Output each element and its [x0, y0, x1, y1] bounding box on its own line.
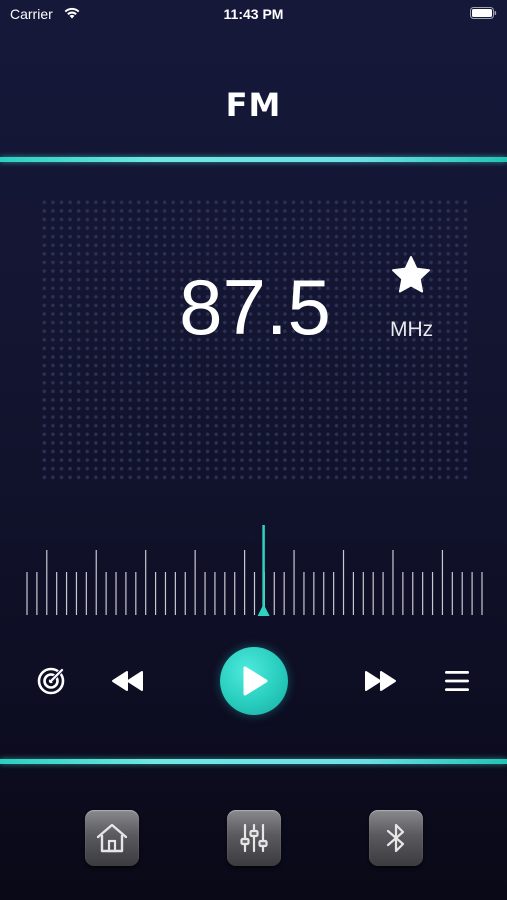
tuner-scale[interactable] — [20, 520, 490, 620]
status-bar: Carrier 11:43 PM — [0, 0, 507, 28]
divider-top — [0, 157, 507, 162]
radar-icon — [37, 667, 65, 695]
tab-bluetooth[interactable] — [369, 810, 423, 866]
status-time: 11:43 PM — [223, 6, 284, 22]
previous-button[interactable] — [108, 664, 148, 698]
bluetooth-icon — [386, 823, 405, 853]
page-title: FM — [225, 86, 282, 124]
tuner-needle-tip — [257, 604, 270, 616]
scan-button[interactable] — [32, 662, 70, 700]
list-icon — [445, 671, 469, 691]
rewind-icon — [112, 671, 143, 691]
star-icon[interactable] — [391, 255, 431, 295]
play-icon — [243, 666, 268, 696]
battery-icon — [470, 7, 497, 19]
station-list-button[interactable] — [440, 664, 474, 698]
tab-home[interactable] — [85, 810, 139, 866]
play-button[interactable] — [220, 647, 288, 715]
frequency-unit: MHz — [390, 318, 434, 341]
fast-forward-icon — [365, 671, 396, 691]
tab-equalizer[interactable] — [227, 810, 281, 866]
equalizer-icon — [240, 823, 268, 853]
next-button[interactable] — [360, 664, 400, 698]
divider-bottom — [0, 759, 507, 764]
frequency-readout: 87.5 — [179, 263, 331, 351]
home-icon — [96, 823, 128, 853]
